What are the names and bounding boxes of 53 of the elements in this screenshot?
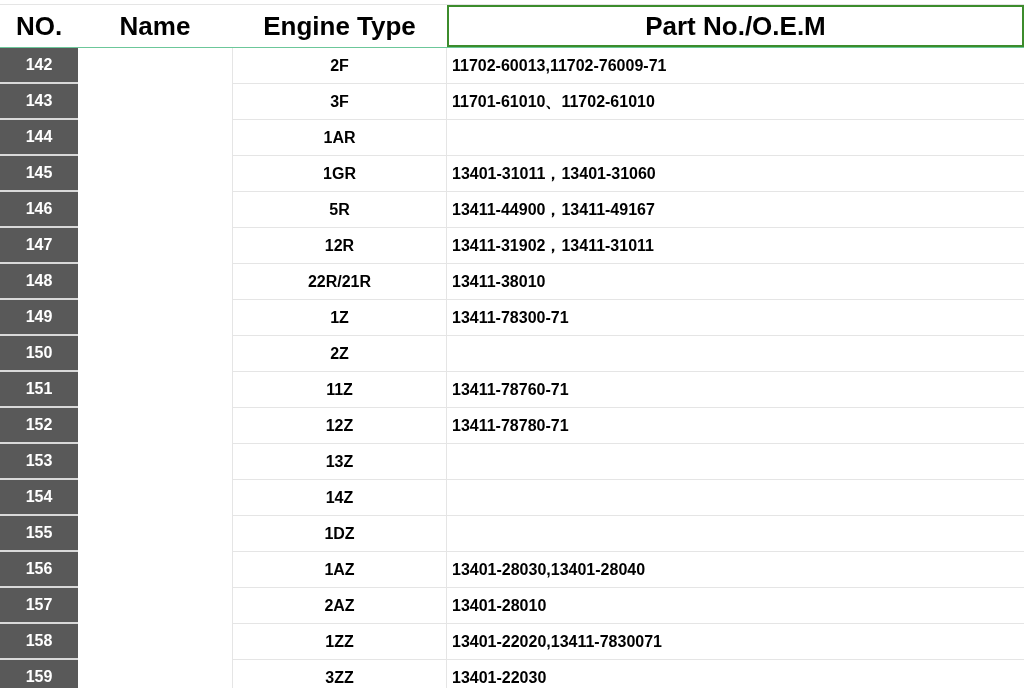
part-number-cell-text: 13411-31902，13411-31011 — [451, 235, 655, 256]
part-number-cell-text: 11702-60013,11702-76009-71 — [451, 55, 668, 76]
engine-type-cell: 5R — [232, 192, 447, 227]
column-header: NO. — [14, 9, 64, 43]
row-number: 158 — [0, 624, 78, 660]
engine-type-cell: 12R — [232, 228, 447, 263]
engine-type-cell: 2F — [232, 48, 447, 83]
row-number: 149 — [0, 300, 78, 336]
part-number-cell-text: 13401-31011，13401-31060 — [451, 163, 657, 184]
engine-type-cell: 1DZ — [232, 516, 447, 551]
row-number: 145 — [0, 156, 78, 192]
row-number: 154 — [0, 480, 78, 516]
row-number: 148 — [0, 264, 78, 300]
column-header: Engine Type — [262, 9, 417, 43]
engine-type-cell: 3ZZ — [232, 660, 447, 688]
part-number-cell-text: 13411-78300-71 — [451, 307, 570, 328]
engine-type-cell: 2Z — [232, 336, 447, 371]
engine-type-cell: 14Z — [232, 480, 447, 515]
part-number-cell-text: 13411-78780-71 — [451, 415, 570, 436]
engine-type-cell: 1AZ — [232, 552, 447, 587]
engine-type-cell: 3F — [232, 84, 447, 119]
engine-type-cell: 12Z — [232, 408, 447, 443]
row-number: 142 — [0, 48, 78, 84]
row-number: 152 — [0, 408, 78, 444]
engine-type-cell: 1ZZ — [232, 624, 447, 659]
row-number: 156 — [0, 552, 78, 588]
engine-type-cell: 2AZ — [232, 588, 447, 623]
row-number: 159 — [0, 660, 78, 688]
part-number-cell-text: 13401-28010 — [451, 595, 548, 616]
column-header: Part No./O.E.M — [447, 5, 1024, 47]
column-header: Name — [118, 9, 192, 43]
row-number: 146 — [0, 192, 78, 228]
part-number-cell-text: 13411-78760-71 — [451, 379, 570, 400]
part-number-cell-text: 11701-61010、11702-61010 — [451, 91, 656, 112]
part-number-cell-text: 13411-44900，13411-49167 — [451, 199, 656, 220]
engine-type-cell: 1AR — [232, 120, 447, 155]
part-number-cell-text: 13401-22030 — [451, 667, 548, 688]
row-number: 147 — [0, 228, 78, 264]
part-number-cell-text: 13411-38010 — [451, 271, 547, 292]
engine-type-cell: 22R/21R — [232, 264, 447, 299]
row-number: 143 — [0, 84, 78, 120]
row-number: 144 — [0, 120, 78, 156]
row-number: 157 — [0, 588, 78, 624]
part-number-cell-text: 13401-28030,13401-28040 — [451, 559, 647, 580]
engine-type-cell: 1GR — [232, 156, 447, 191]
row-number: 150 — [0, 336, 78, 372]
engine-type-cell: 1Z — [232, 300, 447, 335]
row-number: 155 — [0, 516, 78, 552]
part-number-cell-text: 13401-22020,13411-7830071 — [451, 631, 663, 652]
row-number: 153 — [0, 444, 78, 480]
engine-type-cell: 11Z — [232, 372, 447, 407]
engine-type-cell: 13Z — [232, 444, 447, 479]
row-number: 151 — [0, 372, 78, 408]
